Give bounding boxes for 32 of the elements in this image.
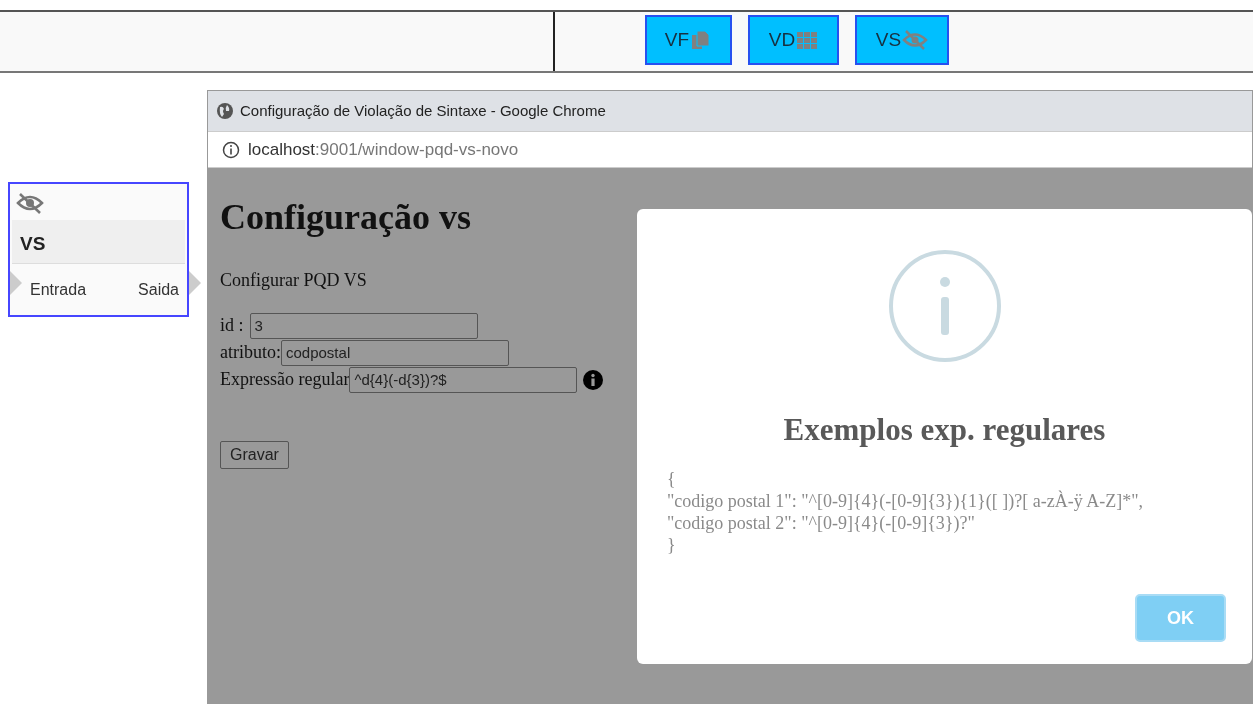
page-subtitle: Configurar PQD VS (220, 269, 368, 293)
field-label: Expressão regular (220, 368, 350, 392)
output-label: Saida (138, 280, 179, 300)
input-port-icon[interactable] (10, 271, 22, 295)
input-field[interactable]: codpostal (281, 339, 509, 366)
node-title: VS (12, 220, 185, 264)
example-line: "codigo postal 2": "^[0-9]{4}(-[0-9]{3})?" (667, 512, 976, 535)
node-card[interactable]: VS Entrada Saida (8, 182, 189, 317)
info-icon[interactable] (222, 140, 240, 159)
globe-icon (216, 102, 234, 120)
toolbar-button[interactable]: VF (645, 15, 732, 65)
info-icon (887, 249, 1002, 363)
page-heading: Configuração vs (220, 196, 472, 239)
grid-icon (796, 30, 819, 50)
eye-slash-icon (902, 30, 929, 50)
url-text: localhost:9001/window-pqd-vs-novo (248, 138, 519, 161)
address-bar[interactable]: localhost:9001/window-pqd-vs-novo (208, 131, 1252, 168)
input-field[interactable]: 3 (249, 312, 478, 339)
dialog-title: Exemplos exp. regulares (782, 411, 1107, 449)
eye-slash-icon (16, 192, 44, 214)
field-label: id : (220, 314, 244, 338)
example-line: "codigo postal 1": "^[0-9]{4}(-[0-9]{3}){1}([ ])?[ a-zÀ-ÿ A-Z]*", (667, 490, 1145, 513)
field-label: atributo: (220, 341, 281, 365)
save-button[interactable]: Gravar (220, 441, 289, 470)
input-label: Entrada (30, 280, 87, 300)
window-title: Configuração de Violação de Sintaxe - Google Chrome (240, 100, 606, 121)
toolbar-button[interactable]: VD (748, 15, 839, 65)
toolbar-button[interactable]: VS (855, 15, 949, 65)
example-line: { (667, 468, 677, 491)
input-field[interactable]: ^d{4}(-d{3})?$ (349, 366, 578, 393)
example-line: } (667, 534, 677, 557)
info-icon[interactable] (583, 369, 604, 390)
